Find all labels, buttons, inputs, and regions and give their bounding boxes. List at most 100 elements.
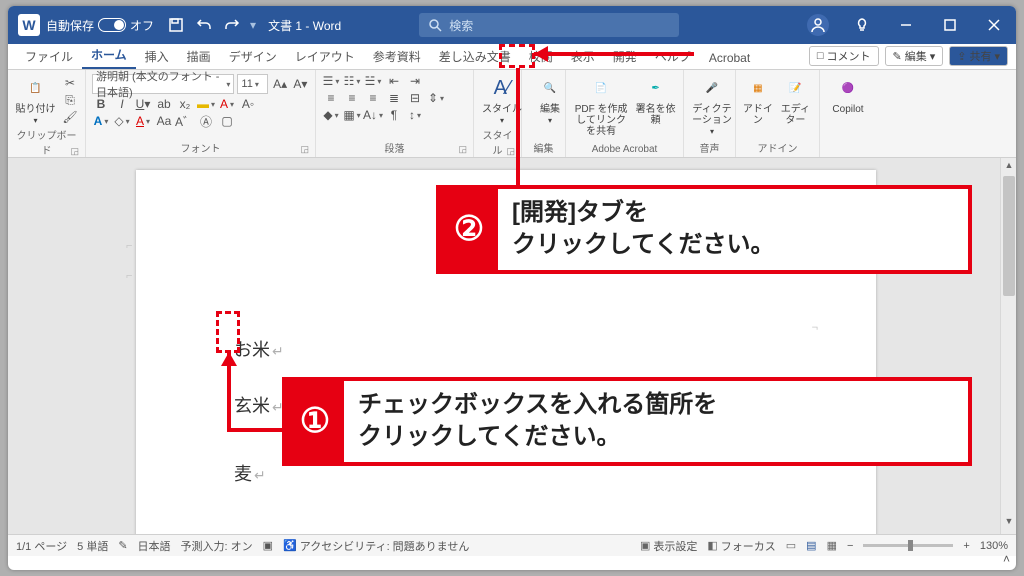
paste-button[interactable]: 📋 貼り付け▾ (14, 74, 57, 126)
autosave-toggle[interactable]: 自動保存 オフ (46, 17, 154, 34)
font-color-icon[interactable]: A (218, 97, 236, 111)
zoom-slider[interactable] (863, 544, 953, 547)
tab-references[interactable]: 参考資料 (364, 44, 430, 69)
tab-home[interactable]: ホーム (82, 42, 136, 69)
format-painter-icon[interactable]: 🖌 (61, 110, 79, 124)
focus-mode[interactable]: ◧フォーカス (707, 538, 775, 554)
multilevel-icon[interactable]: ☱ (364, 74, 382, 88)
strike-icon[interactable]: ab (155, 97, 173, 111)
shading-icon[interactable]: ◇ (113, 114, 131, 128)
highlight-icon[interactable]: ▬ (197, 97, 215, 111)
enclose-icon[interactable]: Ⓐ (197, 114, 215, 128)
editor-button[interactable]: 📝 エディター (778, 74, 813, 126)
word-count[interactable]: 5 単語 (77, 538, 108, 554)
change-case-icon[interactable]: Aa (155, 114, 173, 128)
create-pdf-button[interactable]: 📄 PDF を作成してリンクを共有 (572, 74, 630, 137)
text-effects-icon[interactable]: A (92, 114, 110, 128)
accessibility-status[interactable]: ♿アクセシビリティ: 問題ありません (283, 538, 469, 554)
request-sign-button[interactable]: ✒ 署名を依頼 (634, 74, 677, 126)
display-settings[interactable]: ▣表示設定 (640, 538, 697, 554)
sort-icon[interactable]: A↓ (364, 108, 382, 122)
sign-icon: ✒ (642, 74, 670, 102)
borders-icon[interactable]: ▦ (343, 108, 361, 122)
scroll-up-icon[interactable]: ▲ (1001, 160, 1016, 176)
font-color2-icon[interactable]: A (134, 114, 152, 128)
line-spacing-icon[interactable]: ⇕ (427, 91, 445, 105)
redo-button[interactable] (219, 12, 245, 38)
web-layout-icon[interactable]: ▦ (827, 539, 837, 552)
tab-draw[interactable]: 描画 (178, 44, 220, 69)
clear-format-icon[interactable]: A◦ (239, 97, 257, 111)
dec-indent-icon[interactable]: ⇤ (385, 74, 403, 88)
vertical-scrollbar[interactable]: ▲ ▼ (1000, 158, 1016, 534)
align-center-icon[interactable]: ≡ (343, 91, 361, 105)
arrow-line (516, 68, 520, 188)
font-name-select[interactable]: 游明朝 (本文のフォント - 日本語) (92, 74, 234, 94)
account-button[interactable] (797, 6, 839, 44)
margin-icon: ⌐ (126, 240, 132, 252)
bullets-icon[interactable]: ☰ (322, 74, 340, 88)
tab-file[interactable]: ファイル (16, 44, 82, 69)
cut-icon[interactable]: ✂ (61, 76, 79, 90)
group-paragraph: ☰ ☷ ☱ ⇤ ⇥ ≡ ≡ ≡ ≣ ⊟ ⇕ ◆ ▦ A↓ (316, 70, 474, 157)
zoom-out-button[interactable]: − (847, 540, 853, 552)
tab-help[interactable]: ヘルプ (646, 44, 700, 69)
inc-indent-icon[interactable]: ⇥ (406, 74, 424, 88)
underline-icon[interactable]: U▾ (134, 97, 152, 111)
editing-mode-button[interactable]: ✎ 編集 ▾ (885, 46, 944, 66)
document-name: 文書 1 - Word (268, 17, 341, 34)
collapse-ribbon-icon[interactable]: ˄ (1003, 552, 1010, 566)
copy-icon[interactable]: ⎘ (61, 93, 79, 107)
undo-button[interactable] (191, 12, 217, 38)
save-button[interactable] (163, 12, 189, 38)
tab-design[interactable]: デザイン (220, 44, 286, 69)
scroll-thumb[interactable] (1003, 176, 1015, 296)
ime-status[interactable]: 予測入力: オン (181, 538, 253, 554)
phonetic-icon[interactable]: A゛ (176, 114, 194, 128)
macro-icon[interactable]: ▣ (263, 539, 273, 552)
tab-developer[interactable]: 開発 (604, 44, 646, 69)
italic-icon[interactable]: I (113, 97, 131, 111)
grow-font-icon[interactable]: A▴ (271, 77, 288, 91)
tab-layout[interactable]: レイアウト (286, 44, 364, 69)
addins-button[interactable]: ▦ アドイン (742, 74, 774, 126)
word-icon: W (18, 14, 40, 36)
distribute-icon[interactable]: ⊟ (406, 91, 424, 105)
zoom-in-button[interactable]: + (963, 540, 969, 552)
sub-sup-icon[interactable]: x₂ (176, 97, 194, 111)
tab-acrobat[interactable]: Acrobat (700, 47, 759, 69)
tab-insert[interactable]: 挿入 (136, 44, 178, 69)
return-icon: ↵ (272, 343, 284, 359)
share-button[interactable]: ⇪ 共有 ▾ (949, 46, 1008, 66)
sort2-icon[interactable]: ↕ (406, 108, 424, 122)
minimize-button[interactable] (885, 6, 927, 44)
tab-view[interactable]: 表示 (562, 44, 604, 69)
scroll-down-icon[interactable]: ▼ (1001, 516, 1016, 532)
font-size-select[interactable]: 11 (237, 74, 268, 94)
arrow-line (534, 52, 694, 56)
language-status[interactable]: 日本語 (138, 538, 171, 554)
comments-button[interactable]: □ コメント (809, 46, 879, 66)
show-marks-icon[interactable]: ¶ (385, 108, 403, 122)
zoom-value[interactable]: 130% (980, 540, 1008, 552)
print-layout-icon[interactable]: ▤ (806, 539, 816, 552)
dictate-button[interactable]: 🎤 ディクテーション▾ (690, 74, 734, 137)
char-border-icon[interactable]: ▢ (218, 114, 236, 128)
justify-icon[interactable]: ≣ (385, 91, 403, 105)
copilot-button[interactable]: 🟣 Copilot (826, 74, 870, 115)
close-button[interactable] (973, 6, 1015, 44)
shading2-icon[interactable]: ◆ (322, 108, 340, 122)
bold-icon[interactable]: B (92, 97, 110, 111)
align-right-icon[interactable]: ≡ (364, 91, 382, 105)
status-bar: 1/1 ページ 5 単語 ✎ 日本語 予測入力: オン ▣ ♿アクセシビリティ:… (8, 534, 1016, 556)
accessibility-icon: ♿ (283, 539, 297, 552)
lightbulb-button[interactable] (841, 6, 883, 44)
read-mode-icon[interactable]: ▭ (786, 539, 796, 552)
spellcheck-icon[interactable]: ✎ (118, 539, 127, 552)
maximize-button[interactable] (929, 6, 971, 44)
shrink-font-icon[interactable]: A▾ (292, 77, 309, 91)
search-input[interactable]: 検索 (419, 13, 679, 37)
page-status[interactable]: 1/1 ページ (16, 538, 67, 554)
align-left-icon[interactable]: ≡ (322, 91, 340, 105)
numbering-icon[interactable]: ☷ (343, 74, 361, 88)
